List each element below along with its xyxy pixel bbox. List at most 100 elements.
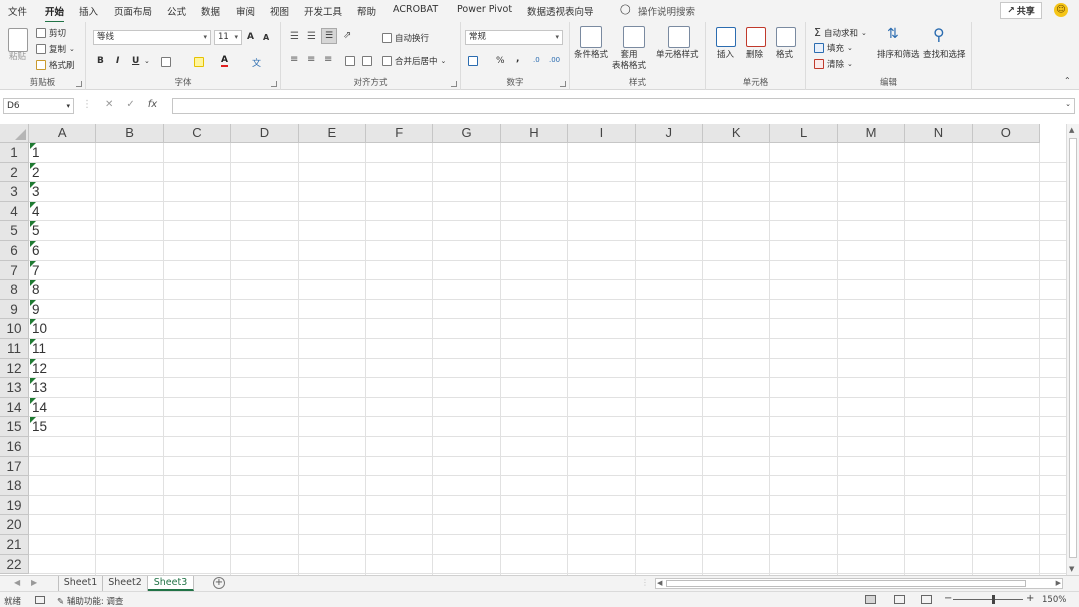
column-header[interactable]: L <box>770 124 838 143</box>
column-header[interactable]: B <box>96 124 164 143</box>
tab-split-handle-icon[interactable]: ⋮ <box>641 578 649 587</box>
row-header[interactable]: 16 <box>0 437 29 457</box>
row-header[interactable]: 22 <box>0 554 29 575</box>
percent-button[interactable]: % <box>496 56 505 66</box>
enter-icon[interactable]: ✓ <box>126 99 134 110</box>
magnifier-icon[interactable]: ⚲ <box>933 25 945 44</box>
increase-indent-icon[interactable] <box>362 56 372 66</box>
delete-cells-icon[interactable] <box>746 27 766 47</box>
sort-filter-button[interactable]: 排序和筛选 <box>877 50 920 61</box>
column-header[interactable]: A <box>29 124 97 143</box>
grow-font-button[interactable]: A <box>247 32 254 42</box>
row-header[interactable]: 17 <box>0 456 29 477</box>
decrease-indent-icon[interactable] <box>345 56 355 66</box>
tab-power-pivot[interactable]: Power Pivot <box>457 4 512 15</box>
column-header[interactable]: K <box>703 124 771 143</box>
row-header[interactable]: 11 <box>0 339 29 359</box>
cell-a[interactable]: 7 <box>30 260 96 280</box>
cut-button[interactable]: 剪切 <box>36 27 66 39</box>
paste-button[interactable]: 粘贴 <box>9 52 26 63</box>
cell-a[interactable]: 3 <box>30 182 96 201</box>
row-header[interactable]: 10 <box>0 319 29 339</box>
vertical-scrollbar[interactable]: ▲ ▼ <box>1066 124 1079 575</box>
tab-formulas[interactable]: 公式 <box>167 4 186 18</box>
underline-dropdown-icon[interactable]: ⌄ <box>144 57 150 65</box>
cell-a[interactable]: 15 <box>30 417 96 436</box>
normal-view-icon[interactable] <box>865 595 876 604</box>
column-header[interactable]: G <box>433 124 501 143</box>
row-header[interactable]: 14 <box>0 397 29 418</box>
delete-cells-button[interactable]: 删除 <box>746 50 763 61</box>
alignment-launcher-icon[interactable] <box>451 81 457 87</box>
tab-help[interactable]: 帮助 <box>357 4 376 18</box>
row-header[interactable]: 4 <box>0 201 29 222</box>
wrap-text-button[interactable]: 自动换行 <box>382 32 429 44</box>
fill-button[interactable]: 填充 ⌄ <box>814 42 853 54</box>
cell-a[interactable]: 6 <box>30 241 96 260</box>
currency-icon[interactable] <box>468 56 478 66</box>
share-button[interactable]: ↗ 共享 <box>1000 2 1042 19</box>
add-sheet-icon[interactable]: + <box>213 577 225 589</box>
column-header[interactable]: N <box>905 124 973 143</box>
macro-record-icon[interactable] <box>35 596 45 604</box>
tab-review[interactable]: 审阅 <box>236 4 255 18</box>
row-header[interactable]: 9 <box>0 299 29 320</box>
format-cells-button[interactable]: 格式 <box>776 50 793 61</box>
formula-input[interactable]: ⌄ <box>172 98 1075 114</box>
scroll-up-icon[interactable]: ▲ <box>1069 126 1074 134</box>
format-painter-button[interactable]: 格式刷 <box>36 59 75 71</box>
worksheet-grid[interactable]: A B C D E F G H I J K L M N O 1 2 3 4 5 6 7 8 9 10 11 12 13 14 15 16 17… <box>0 124 1066 575</box>
row-header[interactable]: 20 <box>0 515 29 535</box>
font-color-button[interactable]: A <box>221 55 228 67</box>
row-header[interactable]: 18 <box>0 476 29 496</box>
accessibility-status[interactable]: ✎ 辅助功能: 调查 <box>57 595 123 607</box>
underline-button[interactable]: U <box>132 56 139 66</box>
sheet-tab-sheet2[interactable]: Sheet2 <box>103 576 148 591</box>
cell-a[interactable]: 12 <box>30 358 96 378</box>
column-header[interactable]: F <box>366 124 434 143</box>
number-format-select[interactable]: 常规 ▾ <box>465 30 563 45</box>
zoom-in-icon[interactable]: + <box>1026 593 1034 604</box>
tab-data[interactable]: 数据 <box>201 4 220 18</box>
cell-a[interactable]: 11 <box>30 339 96 358</box>
sheet-tab-sheet1[interactable]: Sheet1 <box>58 576 103 591</box>
cell-a[interactable]: 14 <box>30 397 96 417</box>
format-as-table-button[interactable]: 套用 表格格式 <box>612 50 646 72</box>
horizontal-scroll-thumb[interactable] <box>666 580 1026 587</box>
conditional-format-icon[interactable] <box>580 26 602 48</box>
page-break-view-icon[interactable] <box>921 595 932 604</box>
conditional-format-button[interactable]: 条件格式 <box>574 50 608 61</box>
insert-cells-button[interactable]: 插入 <box>717 50 734 61</box>
tab-developer[interactable]: 开发工具 <box>304 4 342 18</box>
row-header[interactable]: 3 <box>0 182 29 202</box>
row-header[interactable]: 21 <box>0 535 29 555</box>
feedback-smiley-icon[interactable]: ☺ <box>1054 3 1068 17</box>
zoom-slider[interactable] <box>953 599 1023 600</box>
decrease-decimal-icon[interactable]: .00 <box>549 56 560 64</box>
cell-styles-icon[interactable] <box>668 26 690 48</box>
fill-color-icon[interactable] <box>194 57 204 67</box>
next-sheet-icon[interactable]: ▶ <box>31 578 37 587</box>
tab-insert[interactable]: 插入 <box>79 4 98 18</box>
shrink-font-button[interactable]: A <box>263 33 269 42</box>
column-header[interactable]: C <box>163 124 232 143</box>
autosum-button[interactable]: Σ 自动求和 ⌄ <box>814 26 867 39</box>
align-left-icon[interactable]: ≡ <box>290 54 298 65</box>
scroll-right-icon[interactable]: ▶ <box>1056 579 1061 587</box>
number-launcher-icon[interactable] <box>560 81 566 87</box>
name-box[interactable]: D6 ▾ <box>3 98 74 114</box>
zoom-out-icon[interactable]: − <box>944 593 952 604</box>
horizontal-scrollbar[interactable]: ◀ ▶ <box>655 578 1063 589</box>
sheet-tab-sheet3[interactable]: Sheet3 <box>148 576 194 591</box>
cell-a[interactable]: 9 <box>30 299 96 319</box>
column-header[interactable]: J <box>635 124 703 143</box>
bold-button[interactable]: B <box>97 56 104 66</box>
cell-a[interactable]: 2 <box>30 162 96 182</box>
tab-view[interactable]: 视图 <box>270 4 289 18</box>
phonetic-button[interactable]: 文 <box>252 56 261 69</box>
row-header[interactable]: 15 <box>0 417 29 437</box>
align-top-icon[interactable]: ☰ <box>290 31 299 42</box>
align-right-icon[interactable]: ≡ <box>324 54 332 65</box>
column-header[interactable]: M <box>837 124 906 143</box>
row-header[interactable]: 2 <box>0 162 29 183</box>
